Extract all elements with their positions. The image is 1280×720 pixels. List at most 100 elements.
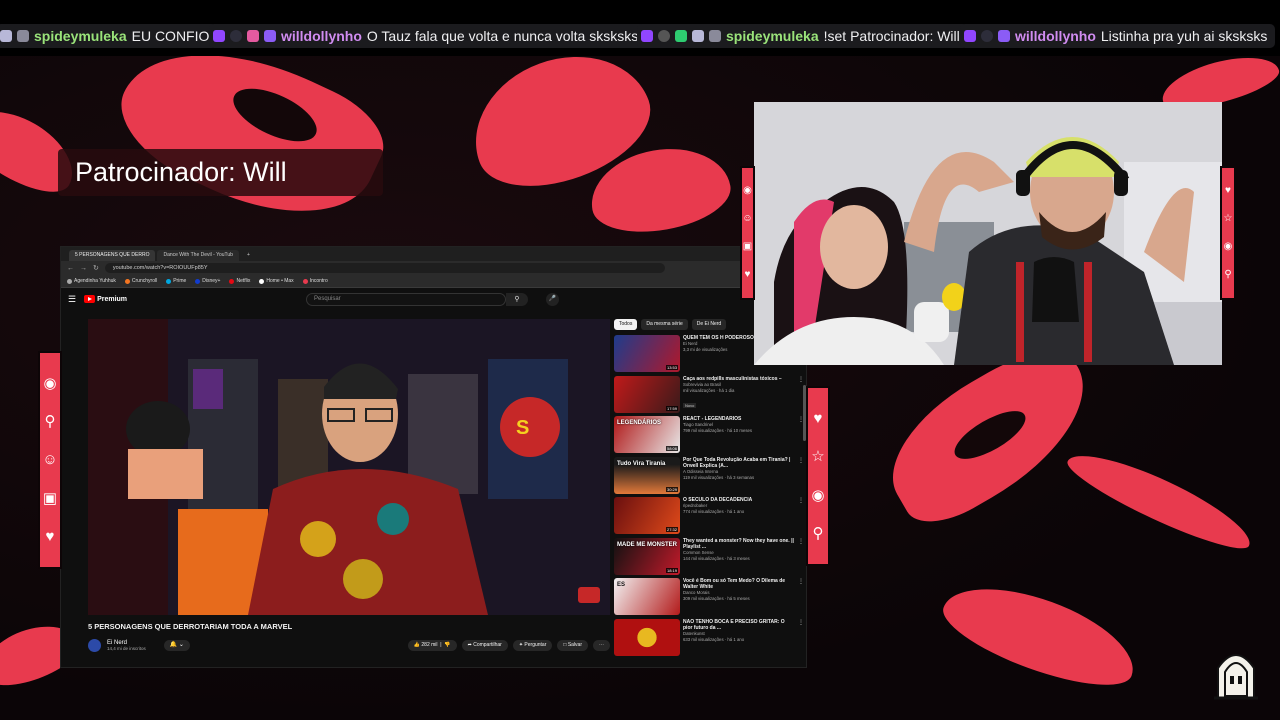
badge-icon — [709, 30, 721, 42]
eye-icon: ◉ — [811, 486, 825, 504]
recommendation-item[interactable]: Tudo Vira Tirania 30:29 Por Que Toda Revo… — [614, 456, 804, 498]
badge-icon — [17, 30, 29, 42]
bookmark[interactable]: Incontro — [302, 278, 328, 284]
bookmark[interactable]: Prime — [166, 278, 186, 284]
browser-tab[interactable]: Dance With The Devil - YouTub — [157, 250, 239, 261]
browser-tab[interactable]: 5 PERSONAGENS QUE DERRO — [69, 250, 156, 261]
youtube-header: ☰ Premium Pesquisar ⚲ 🎤 + — [61, 288, 806, 310]
chat-message: spideymuleka !set Patrocinador: Will — [637, 24, 968, 48]
chat-message: spideymuleka EU CONFIO — [0, 24, 218, 48]
search-icon[interactable]: ⚲ — [506, 293, 528, 306]
chat-text: !set Patrocinador: Will — [823, 28, 960, 44]
recommendation-item[interactable]: 27:32 O SÉCULO DA DECADÊNCIA ripedrobaker… — [614, 497, 804, 538]
tombstone-icon: ⚲ — [812, 524, 824, 542]
recommendations-list: 13:53 QUEM TEM OS H PODEROSOS, MA Ei Nerd… — [614, 335, 804, 659]
recommendation-item[interactable]: NÃO TENHO BOCA E PRECISO GRITAR: O pior … — [614, 618, 804, 660]
more-icon[interactable]: ⋮ — [798, 457, 804, 498]
channel-logo-icon — [1214, 654, 1258, 700]
decor-strip-cam-left: ◉ ☺ ▣ ♥ — [740, 166, 755, 300]
address-bar[interactable]: youtube.com/watch?v=ROIOUUFp85Y — [104, 263, 665, 273]
video-thumbnail[interactable]: 13:53 — [614, 335, 680, 372]
chat-username[interactable]: spideymuleka — [726, 28, 819, 44]
video-thumbnail[interactable]: LEGENDÁRIOS 58:06 — [614, 416, 680, 453]
youtube-play-icon — [84, 295, 96, 303]
reload-icon[interactable]: ↻ — [93, 264, 99, 272]
webcam-feed — [754, 102, 1222, 365]
more-icon[interactable]: ⋮ — [798, 497, 804, 538]
eye-icon: ◉ — [43, 375, 57, 393]
channel-avatar[interactable] — [88, 638, 101, 652]
browser-tabbar: 5 PERSONAGENS QUE DERRO Dance With The D… — [61, 247, 806, 261]
dislike-icon: 👎 — [444, 641, 451, 648]
chat-text: Listinha pra yuh ai sksksks — [1100, 28, 1268, 44]
chat-username[interactable]: willdollynho — [281, 28, 362, 44]
like-button[interactable]: 👍 282 mil | 👎 — [407, 639, 457, 651]
badge-icon — [641, 30, 653, 42]
recommendation-item[interactable]: MADE ME MONSTER 18:19 They wanted a monst… — [614, 537, 804, 579]
video-thumbnail[interactable]: 27:32 — [614, 497, 680, 534]
video-player[interactable]: S — [88, 319, 610, 615]
badge-icon — [264, 30, 276, 42]
smile-icon: ☺ — [42, 451, 58, 469]
more-icon[interactable]: ⋮ — [798, 578, 804, 619]
decor-strip-left: ◉ ⚲ ☺ ▣ ♥ — [38, 351, 62, 569]
filter-chips: Todos Da mesma série De Ei Nerd — [614, 319, 727, 330]
heart-icon: ♥ — [744, 269, 751, 280]
browser-capture: 5 PERSONAGENS QUE DERRO Dance With The D… — [60, 246, 807, 668]
video-thumbnail[interactable]: Tudo Vira Tirania 30:29 — [614, 456, 680, 494]
youtube-logo[interactable]: Premium — [84, 295, 127, 303]
chat-text: EU CONFIO — [131, 28, 210, 44]
eye-icon: ◉ — [743, 185, 752, 196]
sponsor-label: Patrocinador: Will — [58, 149, 383, 196]
search-input[interactable]: Pesquisar — [306, 293, 506, 306]
bookmarks-bar: Agendinha Yuhhuk Crunchyroll Prime Disne… — [61, 275, 806, 288]
chat-username[interactable]: spideymuleka — [34, 28, 127, 44]
share-button[interactable]: ➦ Compartilhar — [461, 639, 508, 651]
eye-icon: ◉ — [1223, 241, 1233, 252]
back-icon[interactable]: ← — [67, 265, 74, 272]
address-row: ← → ↻ youtube.com/watch?v=ROIOUUFp85Y ▣ … — [61, 261, 806, 275]
bookmark[interactable]: Home • Max — [259, 278, 294, 284]
badge-icon — [964, 30, 976, 42]
menu-icon[interactable]: ☰ — [68, 294, 76, 305]
heart-icon: ♥ — [45, 527, 55, 545]
more-icon[interactable]: ⋮ — [798, 619, 804, 660]
video-thumbnail[interactable]: ES — [614, 578, 680, 615]
chip-same-series[interactable]: Da mesma série — [641, 319, 688, 330]
more-icon[interactable]: ⋮ — [798, 538, 804, 579]
chip-from-channel[interactable]: De Ei Nerd — [691, 319, 727, 330]
recommendation-item[interactable]: LEGENDÁRIOS 58:06 REACT - LEGENDÁRIOS Tiag… — [614, 416, 804, 457]
card-icon: ▣ — [742, 241, 753, 252]
heart-icon: ♥ — [1225, 185, 1231, 196]
ask-button[interactable]: ✦ Perguntar — [512, 639, 553, 651]
subscriber-count: 14,4 mi de inscritos — [107, 645, 146, 651]
recommendation-item[interactable]: 17:59 Caça aos redpills masculinistas tó… — [614, 375, 804, 417]
card-icon: ▣ — [42, 489, 58, 507]
video-thumbnail[interactable]: MADE ME MONSTER 18:19 — [614, 537, 680, 575]
bookmark[interactable]: Netflix — [229, 278, 250, 284]
badge-icon — [692, 30, 704, 42]
notification-bell-button[interactable]: 🔔 ⌄ — [163, 639, 190, 651]
video-thumbnail[interactable]: 17:59 — [614, 375, 680, 413]
recommendation-item[interactable]: ES Você é Bom ou só Tem Medo? O Dilema d… — [614, 578, 804, 619]
more-icon[interactable]: ⋯ — [593, 639, 610, 651]
chip-all[interactable]: Todos — [614, 319, 638, 330]
new-tab-button[interactable]: + — [241, 250, 256, 261]
bookmark[interactable]: Agendinha Yuhhuk — [67, 278, 116, 284]
badge-icon — [247, 30, 259, 42]
chat-ticker: spideymuleka EU CONFIO willdollynho O Ta… — [0, 0, 1280, 56]
forward-icon[interactable]: → — [80, 265, 87, 272]
bookmark[interactable]: Crunchyroll — [124, 278, 157, 284]
video-title: 5 PERSONAGENS QUE DERROTARIAM TODA A MAR… — [88, 622, 293, 631]
save-button[interactable]: □ Salvar — [557, 639, 588, 651]
pentagram-icon: ☆ — [811, 448, 825, 466]
smile-icon: ☺ — [742, 213, 753, 224]
mic-icon[interactable]: 🎤 — [546, 293, 559, 306]
badge-icon — [981, 30, 993, 42]
chat-message: willdollynho Listinha pra yuh ai sksksks — [960, 24, 1276, 48]
bookmark[interactable]: Disney+ — [195, 278, 220, 284]
chat-username[interactable]: willdollynho — [1015, 28, 1096, 44]
badge-icon — [998, 30, 1010, 42]
video-thumbnail[interactable] — [614, 618, 680, 656]
webcam-frame — [754, 102, 1222, 365]
